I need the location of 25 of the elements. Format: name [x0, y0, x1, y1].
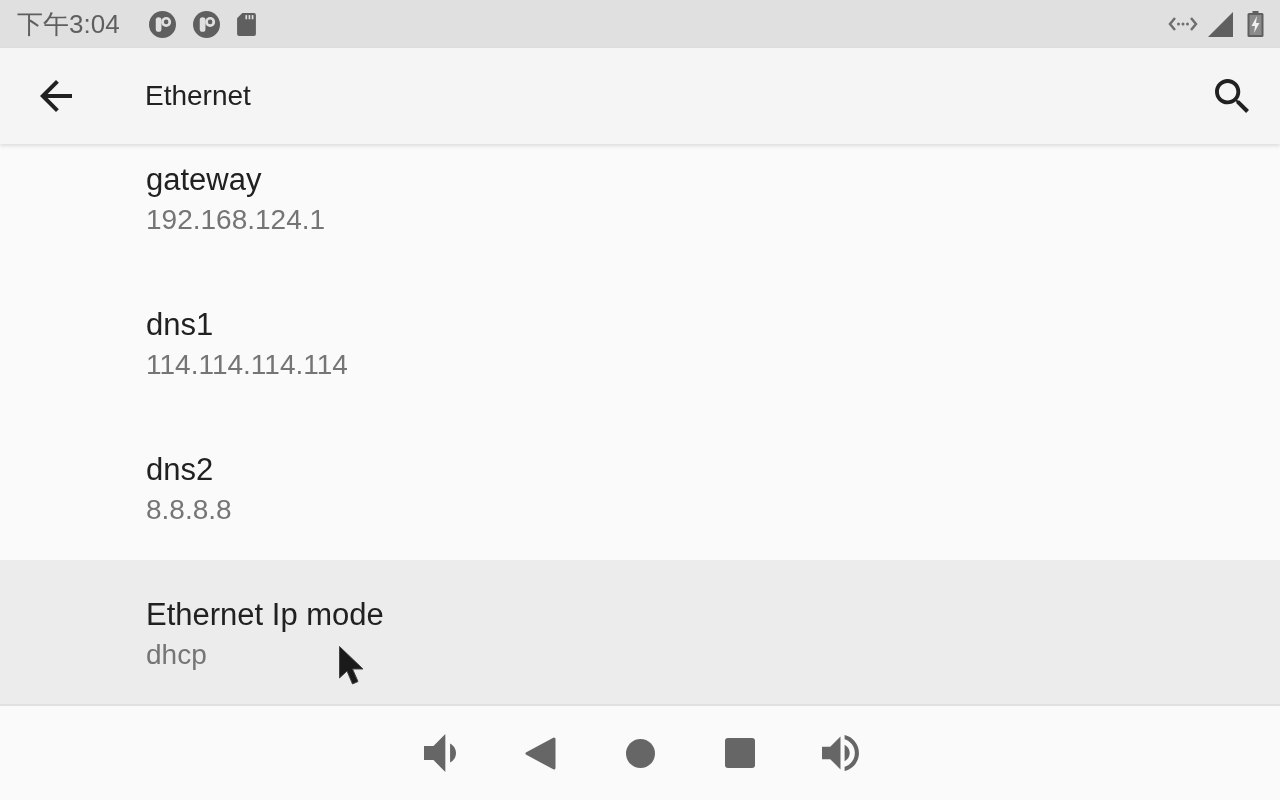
signal-icon — [1208, 11, 1233, 37]
preference-title: dns2 — [146, 451, 214, 489]
notification-icon — [192, 10, 220, 38]
sd-card-icon — [236, 12, 256, 36]
back-arrow-icon — [40, 80, 72, 112]
preference-row[interactable]: Ethernet Ip mode dhcp — [0, 560, 1280, 704]
circle-home-icon — [625, 738, 655, 768]
preference-title: Ethernet Ip mode — [146, 596, 384, 634]
preference-title: dns1 — [146, 306, 214, 344]
ethernet-icon — [1168, 16, 1198, 32]
preference-value: dhcp — [146, 638, 207, 672]
preference-value: 114.114.114.114 — [146, 348, 348, 382]
notification-icon — [148, 10, 176, 38]
status-time: 下午3:04 — [17, 8, 120, 40]
preference-value: 8.8.8.8 — [146, 493, 232, 527]
battery-charging-icon — [1247, 11, 1264, 37]
preference-value: 192.168.124.1 — [146, 203, 326, 237]
search-icon — [1215, 79, 1249, 113]
volume-up-icon — [821, 735, 859, 771]
mouse-pointer-icon — [338, 645, 365, 687]
preference-title: gateway — [146, 161, 262, 199]
square-recents-icon — [725, 738, 755, 768]
app-bar-title: Ethernet — [145, 79, 251, 113]
volume-down-icon — [424, 734, 456, 772]
triangle-back-icon — [524, 736, 556, 770]
